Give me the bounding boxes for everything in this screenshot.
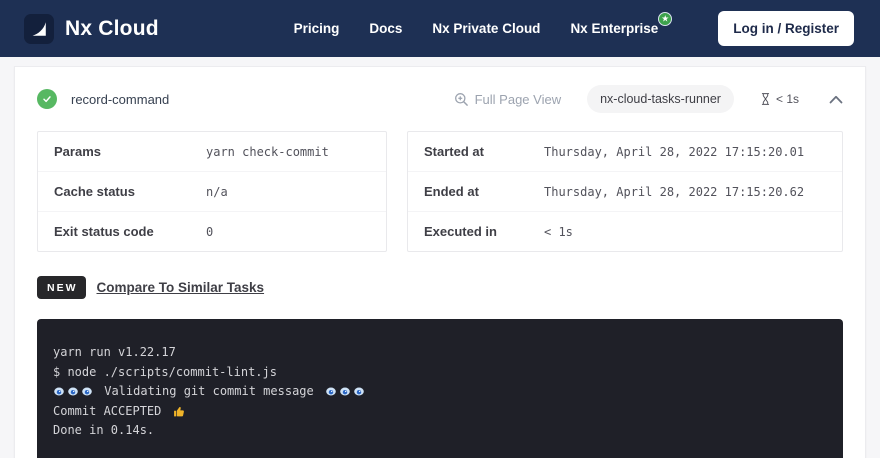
nx-cloud-logo-icon[interactable] [24, 14, 54, 44]
detail-row-ended-at: Ended at Thursday, April 28, 2022 17:15:… [408, 172, 842, 212]
eye-icon [339, 386, 351, 397]
compare-row: NEW Compare To Similar Tasks [37, 276, 843, 299]
duration-label: < 1s [776, 92, 799, 106]
eye-icon [67, 386, 79, 397]
task-header: record-command Full Page View nx-cloud-t… [37, 85, 843, 113]
collapse-toggle[interactable] [829, 95, 843, 104]
star-badge-icon: ★ [658, 12, 672, 26]
nav-links: Pricing Docs Nx Private Cloud Nx Enterpr… [294, 11, 854, 46]
terminal-output: yarn run v1.22.17 $ node ./scripts/commi… [37, 319, 843, 458]
navbar: Nx Cloud Pricing Docs Nx Private Cloud N… [0, 0, 880, 57]
duration: < 1s [760, 92, 799, 106]
nav-link-enterprise[interactable]: Nx Enterprise ★ [570, 21, 658, 36]
eye-icon [53, 386, 65, 397]
full-page-view-label: Full Page View [475, 92, 561, 107]
timing-panel: Started at Thursday, April 28, 2022 17:1… [407, 131, 843, 252]
terminal-line: yarn run v1.22.17 [53, 343, 827, 363]
params-panel: Params yarn check-commit Cache status n/… [37, 131, 387, 252]
brand-title[interactable]: Nx Cloud [65, 17, 159, 41]
detail-panels: Params yarn check-commit Cache status n/… [37, 131, 843, 252]
eyes-icon-group [53, 386, 93, 397]
detail-row-started-at: Started at Thursday, April 28, 2022 17:1… [408, 132, 842, 172]
new-badge: NEW [37, 276, 86, 299]
task-header-actions: Full Page View nx-cloud-tasks-runner < 1… [454, 85, 843, 113]
eye-icon [353, 386, 365, 397]
nav-link-private-cloud[interactable]: Nx Private Cloud [432, 21, 540, 36]
detail-row-params: Params yarn check-commit [38, 132, 386, 172]
task-card: record-command Full Page View nx-cloud-t… [14, 66, 866, 458]
eye-icon [81, 386, 93, 397]
thumbs-up-icon [173, 405, 186, 418]
detail-row-exit-code: Exit status code 0 [38, 212, 386, 251]
chevron-up-icon [829, 95, 843, 104]
detail-row-executed-in: Executed in < 1s [408, 212, 842, 251]
login-register-button[interactable]: Log in / Register [718, 11, 854, 46]
runner-pill: nx-cloud-tasks-runner [587, 85, 734, 113]
nav-link-docs[interactable]: Docs [369, 21, 402, 36]
terminal-line: Done in 0.14s. [53, 421, 827, 441]
terminal-line: $ node ./scripts/commit-lint.js [53, 363, 827, 383]
eye-icon [325, 386, 337, 397]
eyes-icon-group [325, 386, 365, 397]
terminal-line-validating: Validating git commit message [53, 382, 827, 402]
full-page-view-link[interactable]: Full Page View [454, 92, 561, 107]
success-check-icon [37, 89, 57, 109]
hourglass-icon [760, 92, 771, 106]
detail-row-cache-status: Cache status n/a [38, 172, 386, 212]
sail-icon [29, 19, 49, 39]
zoom-in-icon [454, 92, 469, 107]
task-title: record-command [71, 92, 169, 107]
terminal-line-accepted: Commit ACCEPTED [53, 402, 827, 422]
nav-link-pricing[interactable]: Pricing [294, 21, 340, 36]
compare-to-similar-tasks-link[interactable]: Compare To Similar Tasks [97, 280, 265, 295]
